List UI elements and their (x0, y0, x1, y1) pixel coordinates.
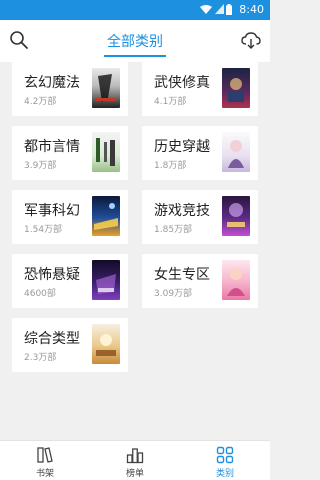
bar-chart-icon (126, 448, 144, 464)
book-cover-image (222, 196, 250, 236)
bottom-tab-bar: 书架 榜单 类别 (0, 440, 270, 480)
bookshelf-icon (37, 447, 53, 463)
category-count: 4.2万部 (24, 97, 57, 107)
category-count: 3.9万部 (24, 161, 57, 171)
category-count: 4600部 (24, 289, 56, 299)
category-name: 都市言情 (24, 139, 80, 155)
wifi-icon (200, 5, 212, 14)
category-count: 4.1万部 (154, 97, 187, 107)
category-name: 女生专区 (154, 267, 210, 283)
category-count: 3.09万部 (154, 289, 193, 299)
battery-icon (226, 4, 232, 15)
grid-icon (216, 446, 234, 464)
book-cover-image (92, 196, 120, 236)
book-cover-image (92, 132, 120, 172)
tab-label: 书架 (35, 469, 54, 479)
tab-rankings[interactable]: 榜单 (90, 441, 180, 480)
category-count: 1.54万部 (24, 225, 63, 235)
category-name: 恐怖悬疑 (24, 267, 80, 283)
category-name: 玄幻魔法 (24, 75, 80, 91)
page-title: 全部类别 (107, 34, 163, 50)
category-card-xuanhuan[interactable]: 玄幻魔法 4.2万部 (12, 62, 128, 116)
book-cover-image (92, 260, 120, 300)
book-cover-image (222, 260, 250, 300)
category-name: 历史穿越 (154, 139, 210, 155)
category-card-zonghe[interactable]: 综合类型 2.3万部 (12, 318, 128, 372)
title-underline (104, 55, 166, 57)
cloud-download-icon[interactable] (240, 29, 262, 51)
tab-label: 榜单 (125, 469, 144, 479)
category-name: 综合类型 (24, 331, 80, 347)
status-time: 8:40 (239, 3, 264, 16)
category-count: 1.8万部 (154, 161, 187, 171)
category-grid: 玄幻魔法 4.2万部 武侠修真 4.1万部 都市言情 3.9万部 历史穿越 1.… (0, 62, 270, 440)
book-cover-image (92, 68, 120, 108)
signal-icon (215, 4, 224, 14)
category-name: 武侠修真 (154, 75, 210, 91)
category-name: 军事科幻 (24, 203, 80, 219)
category-card-lishi[interactable]: 历史穿越 1.8万部 (142, 126, 258, 180)
category-name: 游戏竞技 (154, 203, 210, 219)
category-count: 2.3万部 (24, 353, 57, 363)
book-cover-image (92, 324, 120, 364)
tab-bookshelf[interactable]: 书架 (0, 441, 90, 480)
category-count: 1.85万部 (154, 225, 193, 235)
category-card-nvsheng[interactable]: 女生专区 3.09万部 (142, 254, 258, 308)
category-card-youxi[interactable]: 游戏竞技 1.85万部 (142, 190, 258, 244)
category-card-kongbu[interactable]: 恐怖悬疑 4600部 (12, 254, 128, 308)
book-cover-image (222, 132, 250, 172)
tab-categories[interactable]: 类别 (180, 441, 270, 480)
category-card-dushi[interactable]: 都市言情 3.9万部 (12, 126, 128, 180)
status-bar: 8:40 (0, 0, 270, 20)
category-card-wuxia[interactable]: 武侠修真 4.1万部 (142, 62, 258, 116)
category-card-junshi[interactable]: 军事科幻 1.54万部 (12, 190, 128, 244)
book-cover-image (222, 68, 250, 108)
header: 全部类别 (0, 20, 270, 62)
tab-label: 类别 (215, 469, 234, 479)
